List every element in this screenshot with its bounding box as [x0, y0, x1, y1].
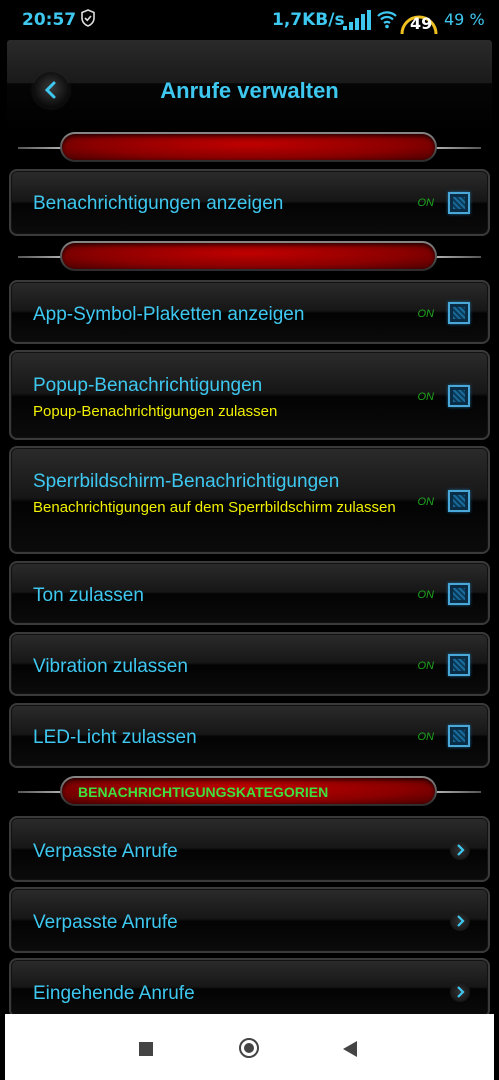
category-title: Verpasste Anrufe: [33, 841, 178, 862]
setting-title: App-Symbol-Plaketten anzeigen: [33, 304, 305, 325]
toggle-state-label: ON: [417, 660, 435, 672]
gauge-value: 49: [410, 14, 433, 33]
home-button[interactable]: [239, 1038, 259, 1058]
category-section-title: BENACHRICHTIGUNGSKATEGORIEN: [78, 784, 329, 800]
category-item-missed-calls[interactable]: Verpasste Anrufe: [9, 816, 490, 882]
signal-icon: [343, 10, 371, 30]
toggle-state-label: ON: [417, 496, 435, 508]
category-section-divider: BENACHRICHTIGUNGSKATEGORIEN: [18, 774, 481, 810]
setting-app-badges[interactable]: App-Symbol-Plaketten anzeigen ON: [9, 280, 490, 344]
recent-apps-button[interactable]: [139, 1042, 153, 1056]
network-speed: 1,7KB/s: [272, 10, 345, 30]
battery-percent: 49 %: [444, 10, 485, 29]
toggle-switch[interactable]: [448, 725, 470, 747]
toggle-switch[interactable]: [448, 302, 470, 324]
toggle-switch[interactable]: [448, 385, 470, 407]
toggle-state-label: ON: [417, 308, 435, 320]
category-title: Verpasste Anrufe: [33, 912, 178, 933]
toggle-switch[interactable]: [448, 490, 470, 512]
chevron-right-icon: [450, 840, 470, 860]
toggle-switch[interactable]: [448, 654, 470, 676]
setting-lockscreen-notifications[interactable]: Sperrbildschirm-Benachrichtigungen Benac…: [9, 446, 490, 554]
setting-allow-led[interactable]: LED-Licht zulassen ON: [9, 703, 490, 768]
toggle-switch[interactable]: [448, 192, 470, 214]
setting-show-notifications[interactable]: Benachrichtigungen anzeigen ON: [9, 169, 490, 236]
system-navigation-bar: [5, 1014, 494, 1080]
category-item-incoming-calls[interactable]: Eingehende Anrufe: [9, 958, 490, 1018]
setting-title: Ton zulassen: [33, 585, 144, 606]
toggle-state-label: ON: [417, 731, 435, 743]
nav-back-button[interactable]: [343, 1041, 357, 1057]
status-bar: 20:57 1,7KB/s 49 49 %: [0, 0, 499, 40]
setting-allow-vibration[interactable]: Vibration zulassen ON: [9, 632, 490, 696]
app-header: Anrufe verwalten: [7, 40, 492, 135]
setting-allow-sound[interactable]: Ton zulassen ON: [9, 561, 490, 625]
wifi-icon: [377, 11, 397, 29]
setting-subtitle: Popup-Benachrichtigungen zulassen: [33, 403, 278, 420]
setting-title: Benachrichtigungen anzeigen: [33, 193, 284, 214]
toggle-state-label: ON: [417, 197, 435, 209]
category-title: Eingehende Anrufe: [33, 983, 195, 1004]
chevron-right-icon: [450, 982, 470, 1002]
setting-title: Sperrbildschirm-Benachrichtigungen: [33, 471, 340, 492]
section-divider: [18, 239, 481, 275]
setting-title: Vibration zulassen: [33, 656, 188, 677]
page-title: Anrufe verwalten: [160, 78, 339, 103]
setting-title: LED-Licht zulassen: [33, 727, 197, 748]
section-divider: [18, 130, 481, 166]
setting-title: Popup-Benachrichtigungen: [33, 375, 263, 396]
toggle-switch[interactable]: [448, 583, 470, 605]
toggle-state-label: ON: [417, 391, 435, 403]
chevron-right-icon: [450, 911, 470, 931]
setting-popup-notifications[interactable]: Popup-Benachrichtigungen Popup-Benachric…: [9, 350, 490, 440]
toggle-state-label: ON: [417, 589, 435, 601]
shield-icon: [81, 9, 95, 27]
setting-subtitle: Benachrichtigungen auf dem Sperrbildschi…: [33, 499, 396, 516]
category-item-missed-calls[interactable]: Verpasste Anrufe: [9, 887, 490, 953]
clock: 20:57: [22, 10, 77, 30]
